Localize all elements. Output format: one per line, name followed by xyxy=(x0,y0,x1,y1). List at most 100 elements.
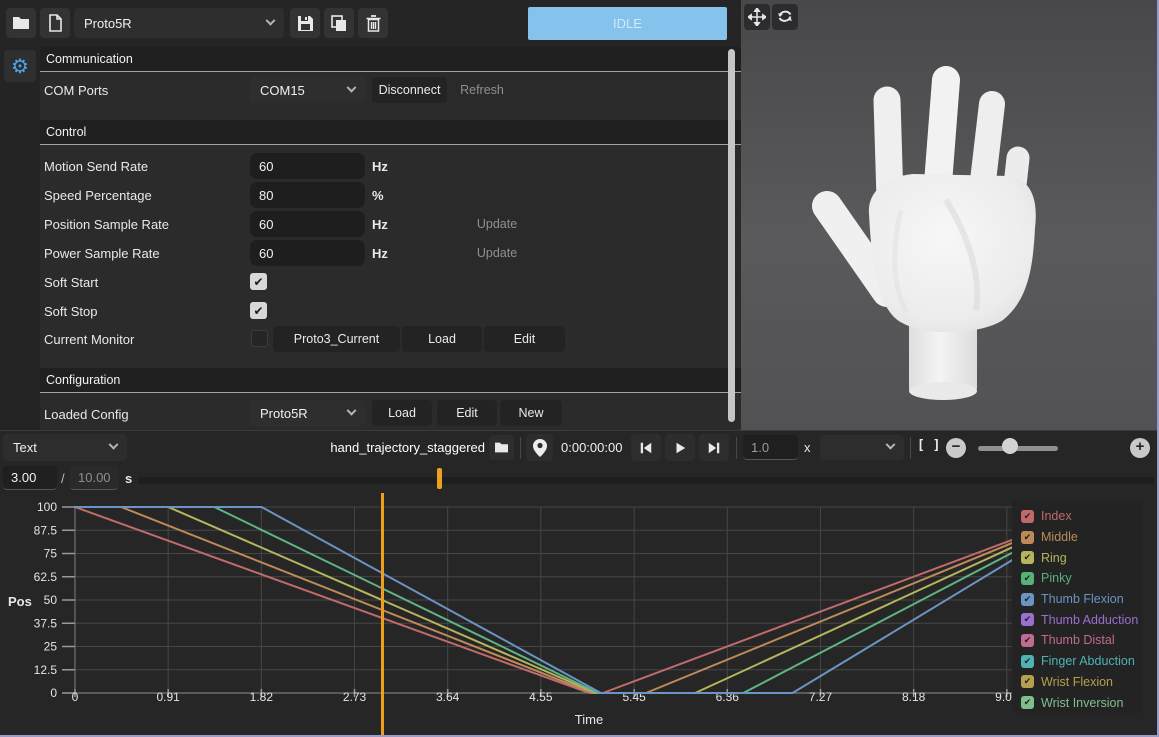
status-badge[interactable]: IDLE xyxy=(528,7,727,40)
legend-label: Wrist Flexion xyxy=(1041,675,1113,689)
check-icon: ✔ xyxy=(1024,552,1032,563)
legend-checkbox[interactable]: ✔ xyxy=(1021,675,1034,688)
current-monitor-edit-button[interactable]: Edit xyxy=(484,326,565,352)
motion-send-rate-input[interactable]: 60 xyxy=(250,153,365,179)
check-icon: ✔ xyxy=(1024,573,1032,584)
section-title: Configuration xyxy=(46,373,120,387)
legend-checkbox[interactable]: ✔ xyxy=(1021,551,1034,564)
skip-end-button[interactable] xyxy=(699,434,729,461)
legend-checkbox[interactable]: ✔ xyxy=(1021,634,1034,647)
current-monitor-file-button[interactable]: Proto3_Current xyxy=(273,326,400,352)
legend-checkbox[interactable]: ✔ xyxy=(1021,613,1034,626)
trajectory-chart[interactable]: 10087.57562.55037.52512.5000.911.822.733… xyxy=(0,493,1159,737)
section-header-configuration: Configuration xyxy=(40,368,741,393)
timecode-value: 0:00:00:00 xyxy=(561,440,622,455)
loaded-config-value: Proto5R xyxy=(260,406,308,421)
status-label: IDLE xyxy=(613,16,642,31)
zoom-in-button[interactable]: + xyxy=(1130,438,1150,458)
legend-label: Finger Abduction xyxy=(1041,654,1135,668)
speed-unit-text: x xyxy=(804,440,811,455)
disconnect-label: Disconnect xyxy=(379,83,441,97)
loaded-config-select[interactable]: Proto5R xyxy=(250,400,365,426)
current-time-value: 3.00 xyxy=(11,470,36,485)
power-sample-rate-input[interactable]: 60 xyxy=(250,240,365,266)
legend-item-wrist-inversion[interactable]: ✔Wrist Inversion xyxy=(1021,692,1143,713)
hand-3d-viewport[interactable] xyxy=(741,0,1159,430)
time-separator: / xyxy=(61,471,65,486)
zoom-out-button[interactable]: − xyxy=(946,438,966,458)
legend-item-thumb-distal[interactable]: ✔Thumb Distal xyxy=(1021,630,1143,651)
frame-range-icon[interactable]: [ ] xyxy=(917,438,940,453)
legend-item-index[interactable]: ✔Index xyxy=(1021,506,1143,527)
folder-icon xyxy=(12,15,30,31)
speed-percentage-input[interactable]: 80 xyxy=(250,182,365,208)
refresh-label: Refresh xyxy=(460,83,504,97)
soft-stop-checkbox[interactable]: ✔ xyxy=(250,302,267,319)
legend-checkbox[interactable]: ✔ xyxy=(1021,572,1034,585)
zoom-slider-handle[interactable] xyxy=(1002,438,1018,454)
config-new-button[interactable]: New xyxy=(500,400,562,426)
speed-input[interactable]: 1.0 xyxy=(743,435,798,460)
settings-tab[interactable]: ⚙ xyxy=(4,50,36,82)
trajectory-name: hand_trajectory_staggered xyxy=(260,440,485,455)
browse-trajectory-button[interactable] xyxy=(489,435,514,460)
toolbar-divider xyxy=(520,437,521,459)
legend-item-thumb-adduction[interactable]: ✔Thumb Adduction xyxy=(1021,609,1143,630)
position-sample-rate-input[interactable]: 60 xyxy=(250,211,365,237)
timeline-playhead-marker[interactable] xyxy=(437,468,442,489)
refresh-button[interactable]: Refresh xyxy=(453,77,511,103)
delete-button[interactable] xyxy=(358,8,388,38)
legend-item-wrist-flexion[interactable]: ✔ Wrist Flexion xyxy=(1021,672,1143,693)
open-folder-button[interactable] xyxy=(6,8,36,38)
new-file-icon xyxy=(48,14,63,32)
save-button[interactable] xyxy=(290,8,320,38)
timeline-scrubber[interactable] xyxy=(138,477,1155,484)
legend-checkbox[interactable]: ✔ xyxy=(1021,696,1034,709)
soft-start-checkbox[interactable]: ✔ xyxy=(250,273,267,290)
speed-percentage-unit: % xyxy=(372,188,384,203)
duplicate-button[interactable] xyxy=(324,8,354,38)
legend-checkbox[interactable]: ✔ xyxy=(1021,531,1034,544)
legend-checkbox[interactable]: ✔ xyxy=(1021,655,1034,668)
legend-item-ring[interactable]: ✔Ring xyxy=(1021,547,1143,568)
skip-end-icon xyxy=(706,441,722,455)
loop-mode-select[interactable] xyxy=(820,435,904,460)
power-update-button[interactable]: Update xyxy=(447,240,547,266)
svg-text:12.5: 12.5 xyxy=(34,663,58,677)
mode-select[interactable]: Text xyxy=(3,434,127,461)
legend-checkbox[interactable]: ✔ xyxy=(1021,510,1034,523)
soft-start-label: Soft Start xyxy=(44,275,98,290)
update-label: Update xyxy=(477,246,517,260)
toolbar-divider xyxy=(910,437,911,459)
legend-item-finger-abduction[interactable]: ✔ Finger Abduction xyxy=(1021,651,1143,672)
skip-start-button[interactable] xyxy=(631,434,661,461)
new-file-button[interactable] xyxy=(40,8,70,38)
disconnect-button[interactable]: Disconnect xyxy=(372,77,447,103)
com-port-select[interactable]: COM15 xyxy=(250,77,365,103)
position-sample-rate-unit: Hz xyxy=(372,217,388,232)
legend-checkbox[interactable]: ✔ xyxy=(1021,593,1034,606)
current-monitor-checkbox[interactable] xyxy=(251,330,268,347)
check-icon: ✔ xyxy=(1024,676,1032,687)
zoom-slider-track[interactable] xyxy=(978,446,1058,451)
svg-text:100: 100 xyxy=(37,500,57,514)
legend-item-thumb-flexion[interactable]: ✔Thumb Flexion xyxy=(1021,589,1143,610)
config-load-button[interactable]: Load xyxy=(372,400,432,426)
legend-item-middle[interactable]: ✔Middle xyxy=(1021,527,1143,548)
svg-text:7.27: 7.27 xyxy=(809,690,833,704)
svg-text:75: 75 xyxy=(44,547,58,561)
position-update-button[interactable]: Update xyxy=(447,211,547,237)
settings-scrollbar[interactable] xyxy=(728,49,735,422)
total-time-input[interactable]: 10.00 xyxy=(70,466,118,490)
config-edit-button[interactable]: Edit xyxy=(437,400,497,426)
current-time-input[interactable]: 3.00 xyxy=(3,466,57,490)
play-button[interactable] xyxy=(665,434,695,461)
config-select[interactable]: Proto5R xyxy=(74,8,284,38)
section-title: Control xyxy=(46,125,86,139)
waypoint-button[interactable] xyxy=(526,434,553,461)
location-pin-icon xyxy=(533,439,547,457)
motion-send-rate-unit: Hz xyxy=(372,159,388,174)
legend-item-pinky[interactable]: ✔Pinky xyxy=(1021,568,1143,589)
current-monitor-load-button[interactable]: Load xyxy=(402,326,482,352)
check-icon: ✔ xyxy=(1024,532,1032,543)
